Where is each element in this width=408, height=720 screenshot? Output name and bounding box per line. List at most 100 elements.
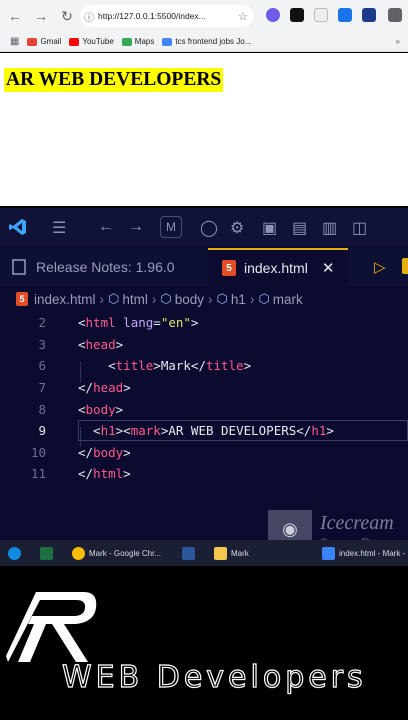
bookmark-gmail[interactable]: Gmail — [27, 37, 61, 46]
settings-gear-icon[interactable]: ⚙ — [230, 218, 244, 238]
code-line[interactable]: 11 </html> — [0, 463, 408, 485]
layout-icon[interactable]: ▣ — [262, 218, 277, 238]
code-editor[interactable]: 2 <html lang="en"> 3 <head> 6 <title>Mark</t… — [0, 312, 408, 502]
line-number: 3 — [38, 336, 46, 352]
code-token: > — [115, 401, 124, 417]
code-token: head — [85, 336, 116, 352]
brand-text: WEB Developers — [61, 659, 367, 695]
code-line[interactable]: 8 <body> — [0, 398, 408, 420]
menu-icon[interactable]: ☰ — [52, 218, 66, 238]
code-text: <head> — [78, 337, 123, 352]
code-token: > — [190, 315, 199, 331]
code-line[interactable]: 10 </body> — [0, 442, 408, 464]
html5-icon: 5 — [16, 292, 28, 306]
toggle-panel-icon[interactable]: ▤ — [292, 218, 307, 238]
site-info-icon[interactable]: ⓘ — [80, 9, 98, 24]
breadcrumb-file[interactable]: 5 index.html › — [16, 292, 108, 307]
excel-taskbar-icon[interactable] — [40, 545, 57, 561]
line-number: 8 — [38, 401, 46, 417]
code-token: mark — [130, 423, 161, 439]
address-bar[interactable]: ⓘ http://127.0.0.1:5500/index... ☆ — [80, 5, 254, 27]
explorer-taskbar-button[interactable]: Mark — [214, 545, 249, 561]
code-token: body — [85, 401, 116, 417]
close-tab-icon[interactable]: ✕ — [322, 259, 335, 277]
run-icon[interactable]: ▷ — [374, 258, 386, 276]
code-token: = — [153, 315, 161, 331]
extension-icon[interactable] — [314, 8, 328, 22]
code-token: h1 — [311, 423, 327, 439]
forward-icon[interactable]: → — [30, 5, 52, 27]
nav-back-icon[interactable]: ← — [98, 218, 114, 236]
bookmark-star-icon[interactable]: ☆ — [238, 10, 254, 23]
chrome-taskbar-button[interactable]: Mark - Google Chr... — [72, 545, 161, 561]
breadcrumb-body[interactable]: ⬡ body › — [160, 291, 216, 307]
extension-icon[interactable] — [388, 8, 402, 22]
element-icon: ⬡ — [160, 291, 172, 306]
extension-icon[interactable] — [362, 8, 376, 22]
code-token: </ — [78, 444, 94, 460]
code-line[interactable]: 3 <head> — [0, 334, 408, 356]
gmail-icon — [27, 37, 38, 46]
code-token: head — [93, 380, 124, 396]
page-heading: AR WEB DEVELOPERS — [4, 68, 224, 92]
maps-icon — [121, 37, 132, 46]
line-number: 2 — [38, 315, 46, 331]
edge-taskbar-icon[interactable] — [8, 545, 25, 561]
code-token: title — [205, 358, 244, 374]
back-icon[interactable]: ← — [4, 5, 26, 27]
editor-tabs: Release Notes: 1.96.0 5 index.html ✕ ▷ — [0, 248, 408, 286]
tab-release-notes[interactable]: Release Notes: 1.96.0 — [0, 248, 206, 286]
line-number: 6 — [38, 358, 46, 374]
breadcrumb-mark[interactable]: ⬡ mark — [258, 291, 302, 307]
extension-icon[interactable] — [290, 8, 304, 22]
more-bookmarks-icon[interactable]: » — [396, 37, 400, 46]
bookmark-youtube[interactable]: YouTube — [69, 37, 114, 46]
code-text: <title>Mark</title> — [78, 358, 251, 373]
code-text: <html lang="en"> — [78, 315, 198, 330]
extension-icon[interactable] — [266, 8, 280, 22]
watermark-brand: Icecream — [320, 512, 394, 534]
code-line[interactable]: 7 </head> — [0, 377, 408, 399]
reload-icon[interactable]: ↻ — [56, 5, 78, 27]
command-center-icon[interactable]: M — [160, 216, 182, 238]
word-taskbar-icon[interactable] — [182, 545, 199, 561]
code-line[interactable]: 6 <title>Mark</title> — [0, 355, 408, 377]
bookmark-maps[interactable]: Maps — [121, 37, 154, 46]
toggle-secondary-sidebar-icon[interactable]: ▥ — [322, 218, 337, 238]
code-text: <h1><mark>AR WEB DEVELOPERS</h1> — [78, 423, 334, 438]
code-token: "en" — [160, 315, 191, 331]
code-token: AR WEB DEVELOPERS — [168, 423, 297, 439]
code-line[interactable]: 2 <html lang="en"> — [0, 312, 408, 334]
element-icon: ⬡ — [108, 291, 120, 306]
vscode-taskbar-button[interactable]: index.html - Mark - — [322, 545, 405, 561]
code-token: h1 — [100, 423, 116, 439]
tab-index-html[interactable]: 5 index.html ✕ — [208, 248, 348, 286]
code-token: </ — [296, 423, 312, 439]
code-line[interactable]: 9 <h1><mark>AR WEB DEVELOPERS</h1> — [0, 420, 408, 442]
code-token: </ — [78, 466, 94, 482]
url-text: http://127.0.0.1:5500/index... — [98, 11, 206, 21]
split-layout-icon[interactable]: ◫ — [352, 218, 367, 238]
code-token: > — [123, 380, 131, 396]
nav-forward-icon[interactable]: → — [128, 218, 144, 236]
extension-icon[interactable] — [338, 8, 352, 22]
bookmarks-bar: ▦ Gmail YouTube Maps tcs frontend jobs J… — [0, 32, 408, 52]
breadcrumb-html[interactable]: ⬡ html › — [108, 291, 160, 307]
folder-icon — [214, 546, 227, 560]
code-token: Mark — [160, 358, 191, 374]
breadcrumb: 5 index.html › ⬡ html › ⬡ body › ⬡ h1 › ⬡ mark — [0, 288, 408, 310]
line-number: 11 — [30, 466, 46, 482]
browser-toolbar: ← → ↻ ⓘ http://127.0.0.1:5500/index... ☆ — [0, 0, 408, 32]
bookmark-tcs-jobs[interactable]: tcs frontend jobs Jo... — [162, 37, 251, 46]
more-actions-icon[interactable] — [402, 258, 408, 274]
breadcrumb-h1[interactable]: ⬡ h1 › — [217, 291, 259, 307]
web-page-content: AR WEB DEVELOPERS — [0, 53, 408, 206]
element-icon: ⬡ — [216, 291, 228, 306]
code-token: >< — [115, 423, 131, 439]
code-token: title — [115, 358, 154, 374]
apps-icon[interactable]: ▦ — [10, 36, 19, 47]
code-token: html — [85, 315, 116, 331]
code-text: </html> — [78, 466, 131, 481]
element-icon: ⬡ — [258, 291, 270, 306]
account-icon[interactable]: ◯ — [200, 218, 218, 238]
